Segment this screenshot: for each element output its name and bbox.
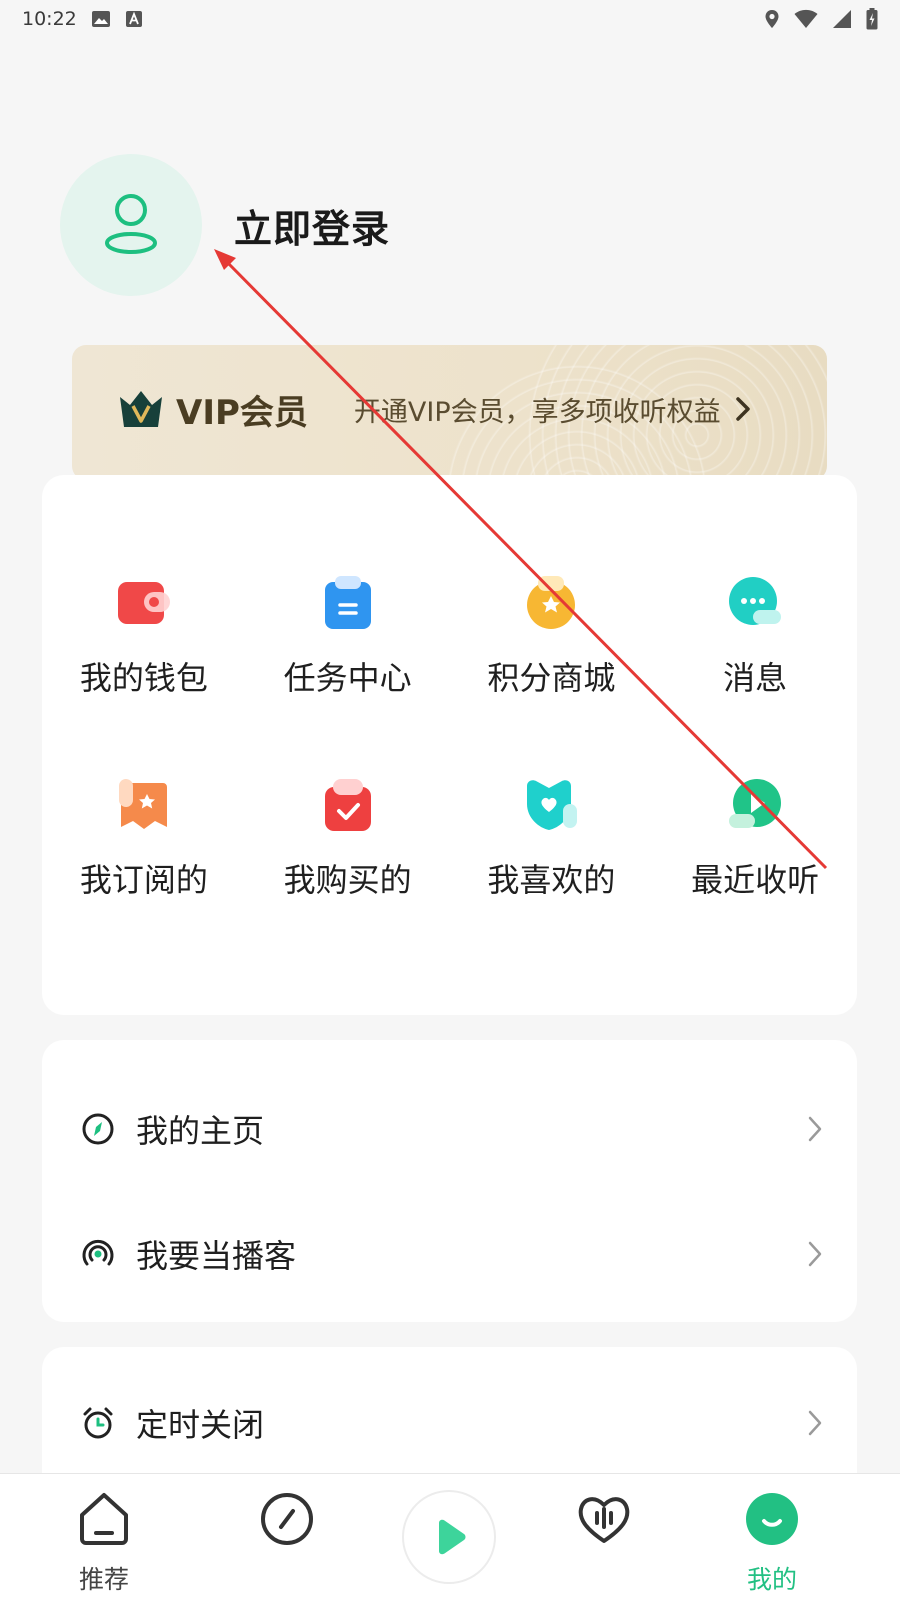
user-avatar-icon	[105, 194, 157, 254]
nav-item-mine[interactable]: 我的	[712, 1488, 832, 1596]
grid-label: 消息	[723, 659, 788, 697]
grid-label: 我订阅的	[79, 861, 208, 899]
grid-label: 积分商城	[487, 659, 616, 697]
grid-item-task-center[interactable]: 任务中心	[246, 575, 450, 699]
avatar[interactable]	[60, 154, 202, 296]
grid-item-favorites[interactable]: 我喜欢的	[450, 777, 654, 901]
vip-content: VIP会员 开通VIP会员，享多项收听权益	[118, 345, 751, 473]
nav-label: 我的	[746, 1565, 797, 1594]
nav-item-recommend[interactable]: 推荐	[44, 1488, 164, 1596]
image-notification-icon	[91, 10, 111, 28]
chevron-right-icon	[807, 1115, 823, 1143]
chevron-right-icon	[807, 1409, 823, 1437]
login-button[interactable]: 立即登录	[234, 198, 390, 253]
list-label: 我的主页	[136, 1112, 265, 1150]
chevron-right-icon	[735, 396, 751, 422]
grid-item-purchased[interactable]: 我购买的	[246, 777, 450, 901]
play-button[interactable]	[402, 1490, 496, 1584]
vip-title: VIP会员	[176, 392, 308, 433]
nav-item-favorites[interactable]	[544, 1488, 664, 1550]
list-label: 定时关闭	[136, 1406, 265, 1444]
vip-banner[interactable]: VIP会员 开通VIP会员，享多项收听权益	[72, 345, 827, 480]
list-item-become-podcaster[interactable]: 我要当播客	[42, 1204, 857, 1304]
status-right	[764, 8, 878, 30]
quick-access-grid: 我的钱包 任务中心 积分商城 消息 我订阅的 我购买的 我喜欢的 最近收听	[42, 575, 857, 901]
wallet-icon	[116, 575, 172, 631]
home-icon	[77, 1488, 131, 1550]
points-store-icon	[523, 575, 579, 631]
heart-wave-icon	[576, 1488, 632, 1550]
vip-description: 开通VIP会员，享多项收听权益	[353, 396, 721, 428]
status-left: 10:22	[22, 8, 143, 30]
subscribe-icon	[116, 777, 172, 833]
quick-access-card: 我的钱包 任务中心 积分商城 消息 我订阅的 我购买的 我喜欢的 最近收听	[42, 475, 857, 1015]
grid-item-messages[interactable]: 消息	[653, 575, 857, 699]
grid-label: 我购买的	[283, 861, 412, 899]
play-history-icon	[727, 777, 783, 833]
play-icon	[439, 1519, 466, 1555]
profile-smile-icon	[744, 1488, 800, 1550]
status-time: 10:22	[22, 8, 77, 30]
signal-icon	[832, 9, 852, 29]
profile-links-card: 我的主页 我要当播客	[42, 1040, 857, 1322]
grid-label: 任务中心	[283, 659, 412, 697]
list-item-sleep-timer[interactable]: 定时关闭	[42, 1373, 857, 1473]
nav-label: 推荐	[78, 1565, 129, 1594]
profile-header[interactable]: 立即登录	[60, 154, 390, 296]
grid-item-subscribed[interactable]: 我订阅的	[42, 777, 246, 901]
compass-icon	[259, 1488, 315, 1550]
bottom-navigation: 推荐 我的	[0, 1473, 900, 1600]
wifi-icon	[794, 9, 818, 29]
grid-item-wallet[interactable]: 我的钱包	[42, 575, 246, 699]
grid-item-recent[interactable]: 最近收听	[653, 777, 857, 901]
list-label: 我要当播客	[136, 1237, 297, 1275]
chevron-right-icon	[807, 1240, 823, 1268]
grid-label: 我喜欢的	[487, 861, 616, 899]
heart-icon	[523, 777, 579, 833]
location-icon	[764, 9, 780, 29]
grid-label: 最近收听	[691, 861, 820, 899]
grid-item-points-store[interactable]: 积分商城	[450, 575, 654, 699]
grid-label: 我的钱包	[79, 659, 208, 697]
crown-icon	[118, 389, 164, 429]
podcast-broadcast-icon	[80, 1236, 116, 1272]
status-bar: 10:22	[0, 0, 900, 38]
battery-icon	[866, 8, 878, 30]
alarm-clock-icon	[80, 1405, 116, 1441]
nav-item-discover[interactable]	[227, 1488, 347, 1550]
message-icon	[727, 575, 783, 631]
list-item-my-homepage[interactable]: 我的主页	[42, 1079, 857, 1179]
homepage-compass-icon	[80, 1111, 116, 1147]
text-notification-icon	[125, 10, 143, 28]
purchase-bag-icon	[320, 777, 376, 833]
screen: 10:22 立即登录 VIP会员 开通VIP会员，享多项收听权益 我的钱包 任务…	[0, 0, 900, 1600]
task-clipboard-icon	[320, 575, 376, 631]
